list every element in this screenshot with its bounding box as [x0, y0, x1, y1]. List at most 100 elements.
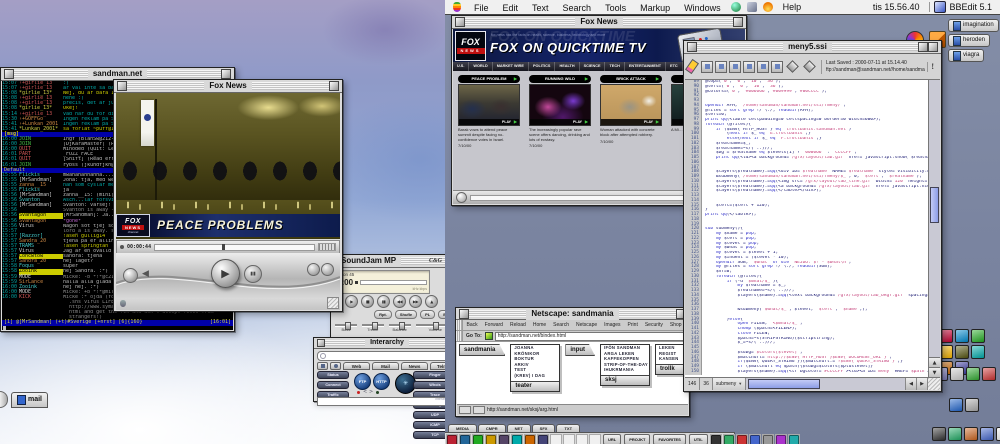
app-icon[interactable] — [737, 435, 747, 444]
video-title-pill[interactable]: BRICK ATTACK▶ — [600, 75, 662, 83]
soundjam-window[interactable]: SoundJam MP C&G ax on 45 0:00 kHz kbps ▶… — [330, 254, 445, 348]
close-box-icon[interactable] — [687, 42, 697, 52]
app-icon[interactable] — [499, 435, 509, 444]
video-title-pill[interactable]: RUNNING WILD▶ — [529, 75, 591, 83]
scroll-thumb[interactable] — [930, 187, 939, 223]
file-tab-heroden[interactable]: heroden — [948, 34, 990, 47]
location-field[interactable]: http://sandman.net/bindex.html — [495, 332, 686, 341]
volume-thumbwheel[interactable] — [123, 268, 138, 283]
launcher-button-url[interactable]: URL — [603, 434, 621, 444]
launcher-tab[interactable]: CMPR — [478, 424, 506, 432]
netscape-titlebar[interactable]: Netscape: sandmania — [456, 308, 689, 320]
toolbar-grip[interactable] — [456, 331, 463, 341]
launcher-tab[interactable]: NET — [507, 424, 531, 432]
video-thumbnail[interactable]: RUNNING WILD▶PLAY▶The increasingly popul… — [529, 75, 591, 186]
play-bar[interactable]: PLAY▶ — [601, 119, 661, 125]
menu-item[interactable]: Markup — [633, 3, 677, 13]
tool-button[interactable]: Whois — [413, 381, 445, 389]
fox-titlebar[interactable]: Fox News — [452, 16, 746, 29]
stop-button[interactable]: ■ — [361, 295, 374, 308]
interarchy-window[interactable]: Interarchy Web Mail News Telnet StatusCo… — [313, 337, 445, 402]
close-box-icon[interactable] — [4, 69, 14, 79]
volume-knob[interactable] — [456, 192, 467, 203]
launcher-slot[interactable] — [485, 434, 497, 444]
launcher-slot[interactable] — [775, 434, 787, 444]
desktop-icon[interactable] — [982, 367, 996, 381]
launcher-button-util[interactable]: UTIL — [689, 434, 708, 444]
launcher-slot[interactable] — [472, 434, 484, 444]
nav-item[interactable]: ETC — [666, 62, 683, 71]
drawer-handle[interactable] — [0, 391, 8, 408]
previous-button[interactable]: ◀◀ — [393, 295, 406, 308]
toolbar-button[interactable] — [771, 61, 783, 73]
bookmark-icon[interactable] — [485, 332, 493, 340]
play-button[interactable]: ▶ — [345, 295, 358, 308]
pause-button[interactable]: ▮▮ — [377, 295, 390, 308]
launcher-slot[interactable] — [498, 434, 510, 444]
play-button[interactable]: ▶ — [211, 259, 240, 288]
quicktime-timeline[interactable]: 00:00:44 — [116, 240, 340, 254]
active-app-icon[interactable] — [934, 1, 946, 13]
quicktime-player-window[interactable]: Fox News FOX NEWS channel PEACE PROBLEMS — [113, 79, 343, 312]
launcher-slot[interactable] — [723, 434, 735, 444]
desktop-icon[interactable] — [971, 329, 985, 343]
close-box-icon[interactable] — [117, 81, 127, 91]
page-tab-sksj[interactable]: sksj — [601, 375, 649, 385]
play-bar[interactable]: PLAY▶ — [459, 119, 519, 125]
desktop-icon[interactable] — [966, 367, 980, 381]
app-icon[interactable] — [789, 435, 799, 444]
seek-track[interactable] — [154, 244, 315, 251]
desktop-icon[interactable] — [971, 345, 985, 359]
step-back-button[interactable] — [307, 263, 320, 276]
toolbar-button[interactable]: Forward — [481, 320, 506, 330]
zoom-box-icon[interactable] — [733, 17, 743, 27]
close-box-icon[interactable] — [455, 17, 465, 27]
nav-item[interactable]: TECH — [605, 62, 624, 71]
tab-news[interactable]: News — [401, 362, 428, 370]
menu-item[interactable]: IHUKRMANIA — [601, 367, 649, 373]
pause-button[interactable]: ▮▮ — [244, 265, 262, 283]
video-still[interactable]: PLAY▶ — [458, 84, 520, 126]
desktop-icon[interactable] — [948, 427, 962, 441]
video-still[interactable]: PLAY▶ — [600, 84, 662, 126]
function-popup[interactable]: submeny ▼ — [713, 378, 746, 390]
flame-menu-icon[interactable] — [763, 2, 773, 12]
toolbar-grip[interactable] — [456, 320, 463, 330]
bbedit-window[interactable]: meny5.ssi Last Saved : 2000-07-11 at 15.… — [683, 40, 942, 392]
app-icon[interactable] — [473, 435, 483, 444]
launcher-slot[interactable] — [537, 434, 549, 444]
url-field[interactable] — [317, 351, 445, 361]
launcher-slot[interactable] — [446, 434, 458, 444]
toolbar-button[interactable]: Search — [550, 320, 573, 330]
toolbar-button[interactable] — [715, 61, 727, 73]
toolbar-button[interactable] — [729, 61, 741, 73]
empty-slot[interactable] — [589, 434, 601, 444]
page-tab-input[interactable]: input — [565, 344, 595, 356]
launcher-slot[interactable] — [788, 434, 800, 444]
empty-slot[interactable] — [576, 434, 588, 444]
scroll-left-icon[interactable]: ◀ — [906, 378, 917, 390]
desktop-icon[interactable] — [965, 398, 979, 412]
bass-slider[interactable]: Bass — [335, 321, 357, 333]
treble-slider[interactable]: Treble — [362, 321, 384, 333]
volume-slider[interactable]: Volume — [416, 321, 445, 333]
menu-item[interactable]: Edit — [496, 3, 526, 13]
quicktime-titlebar[interactable]: Fox News — [114, 80, 342, 93]
app-icon[interactable] — [538, 435, 548, 444]
nav-item[interactable]: HEALTH — [555, 62, 579, 71]
bbedit-titlebar[interactable]: meny5.ssi — [684, 41, 941, 54]
menu-item[interactable]: Tools — [598, 3, 633, 13]
desktop-icon[interactable] — [932, 427, 946, 441]
apple-menu-icon[interactable] — [453, 2, 461, 12]
nav-item[interactable]: MARKET WIRE — [493, 62, 529, 71]
video-thumbnail[interactable]: PEACE PROBLEM▶PLAY▶Barak vows to attend … — [458, 75, 520, 186]
mail-popup-tab[interactable]: mail — [0, 391, 48, 408]
toolbar-button[interactable]: Back — [463, 320, 481, 330]
tool-button[interactable]: ICMP — [413, 421, 445, 429]
app-icon[interactable] — [512, 435, 522, 444]
launcher-slot[interactable] — [524, 434, 536, 444]
desktop-icon[interactable] — [964, 427, 978, 441]
app-icon[interactable] — [776, 435, 786, 444]
code-editor[interactable]: 89@top=("0", "0", "10", "36");90@left=("… — [685, 80, 929, 378]
nav-item[interactable]: ENTERTAINMENT — [625, 62, 666, 71]
